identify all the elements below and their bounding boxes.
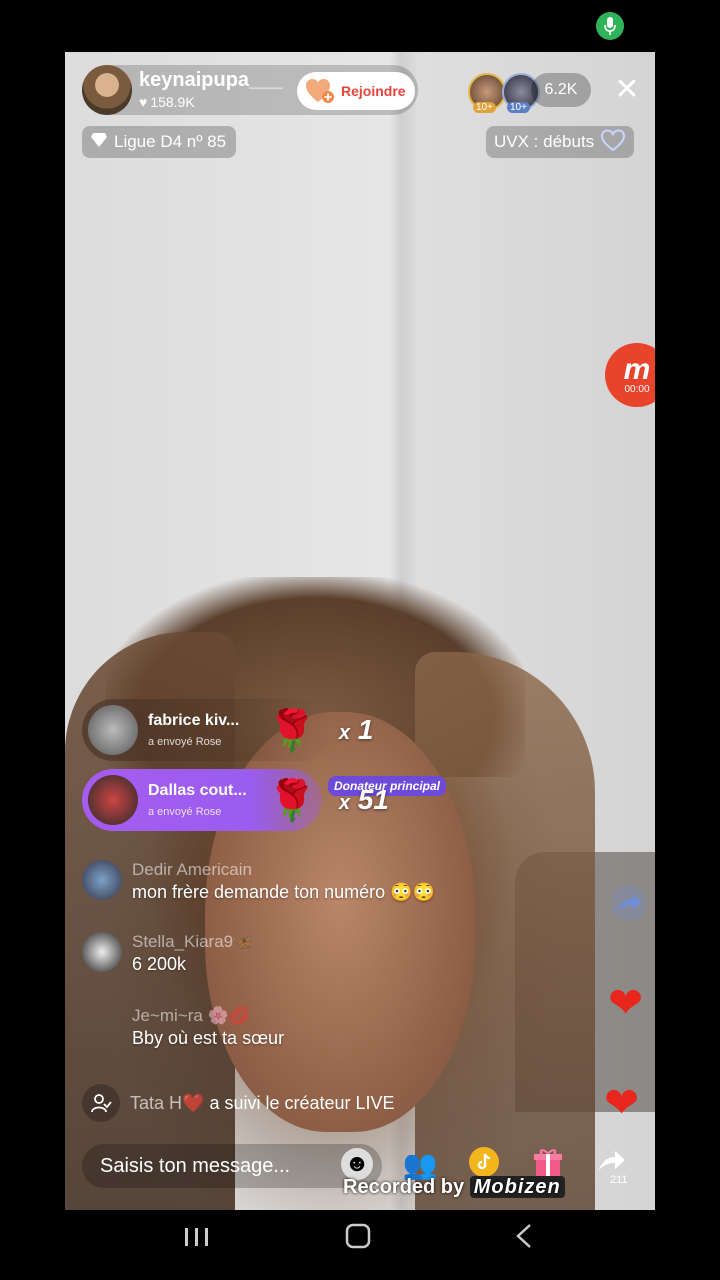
chat-text: mon frère demande ton numéro 😳😳 [132,882,435,902]
chat-avatar[interactable] [82,860,122,900]
gift-count: 1 [357,714,374,745]
gift-sent-text: a envoyé Rose [148,736,222,748]
host-likes-count: 158.9K [150,94,195,110]
top-viewers[interactable]: 10+ 10+ [468,73,540,113]
gift-multiplier: x 51 [339,784,389,816]
gift-count: 51 [357,784,389,815]
gift-multiplier-prefix: x [338,792,350,814]
share-count: 211 [610,1174,628,1186]
viewer-rank-badge: 10+ [507,102,530,113]
host-name[interactable]: keynaipupa___ [139,69,282,92]
screen-recorder-bubble[interactable]: m 00:00 [605,343,655,407]
system-nav-bar [0,1210,720,1280]
follow-username[interactable]: Tata H❤️ [130,1093,204,1113]
league-label: Ligue D4 nº 85 [114,132,227,151]
message-placeholder: Saisis ton message... [100,1154,291,1177]
sparkle-heart-icon [600,128,626,156]
gift-sender-name: Dallas cout... [148,782,247,799]
close-icon[interactable]: ✕ [613,75,641,105]
chat-text: Bby où est ta sœur [132,1028,285,1048]
gift-sender-avatar[interactable] [88,775,138,825]
recording-brand: Mobizen [469,1176,565,1198]
chat-text: 6 200k [132,954,187,974]
gift-multiplier-prefix: x [338,722,350,744]
uvx-label: UVX : débuts [494,132,595,151]
heart-plus-icon [305,78,335,104]
gift-sender-name: fabrice kiv... [148,712,240,729]
recent-apps-icon[interactable] [183,1224,211,1256]
recording-label: Recorded by [343,1176,465,1198]
chat-message: Dedir Americain mon frère demande ton nu… [82,860,435,903]
chat-avatar[interactable] [82,932,122,972]
chat-username[interactable]: Dedir Americain [132,860,435,880]
diamond-icon [90,132,108,153]
join-button[interactable]: Rejoindre [297,72,415,110]
person-follow-icon [82,1084,120,1122]
chat-username[interactable]: Je~mi~ra 🌸💋 [132,1006,284,1026]
recorder-time: 00:00 [624,383,650,395]
floating-heart-icon: ❤ [608,979,644,1026]
message-input[interactable]: Saisis ton message... [82,1144,382,1188]
host-avatar[interactable] [82,65,132,115]
host-likes: ♥ 158.9K [139,94,195,110]
follow-notification: Tata H❤️ a suivi le créateur LIVE [82,1084,395,1122]
join-label: Rejoindre [341,83,406,99]
gift-sender-avatar[interactable] [88,705,138,755]
recorder-logo: m [623,352,651,386]
gift-multiplier: x 1 [339,714,373,746]
league-badge[interactable]: Ligue D4 nº 85 [82,126,237,158]
heart-icon: ♥ [139,94,148,110]
rose-icon: 🌹 [267,708,317,753]
recording-watermark: Recorded by Mobizen [343,1176,565,1199]
chat-message: Je~mi~ra 🌸💋 Bby où est ta sœur [82,1006,284,1049]
follow-text: a suivi le créateur LIVE [209,1092,395,1113]
viewer-count[interactable]: 6.2K [531,73,591,107]
viewer-avatar[interactable]: 10+ [468,73,506,113]
share-arrow-icon[interactable] [610,884,648,922]
gift-notification: fabrice kiv... a envoyé Rose 🌹 x 1 [82,699,373,761]
back-icon[interactable] [512,1222,536,1257]
chat-avatar[interactable] [82,1006,122,1046]
viewer-rank-badge: 10+ [473,102,496,113]
gift-sent-text: a envoyé Rose [148,806,222,818]
uvx-badge[interactable]: UVX : débuts [486,126,635,158]
rose-icon: 🌹 [267,778,317,823]
live-stream-view: keynaipupa___ ♥ 158.9K Rejoindre 10+ 10+… [65,52,655,1210]
microphone-icon [596,12,624,40]
home-icon[interactable] [344,1222,372,1257]
floating-heart-icon: ❤ [604,1079,640,1126]
chat-message: Stella_Kiara9🦋 6 200k [82,932,254,975]
chat-username[interactable]: Stella_Kiara9🦋 [132,932,254,952]
